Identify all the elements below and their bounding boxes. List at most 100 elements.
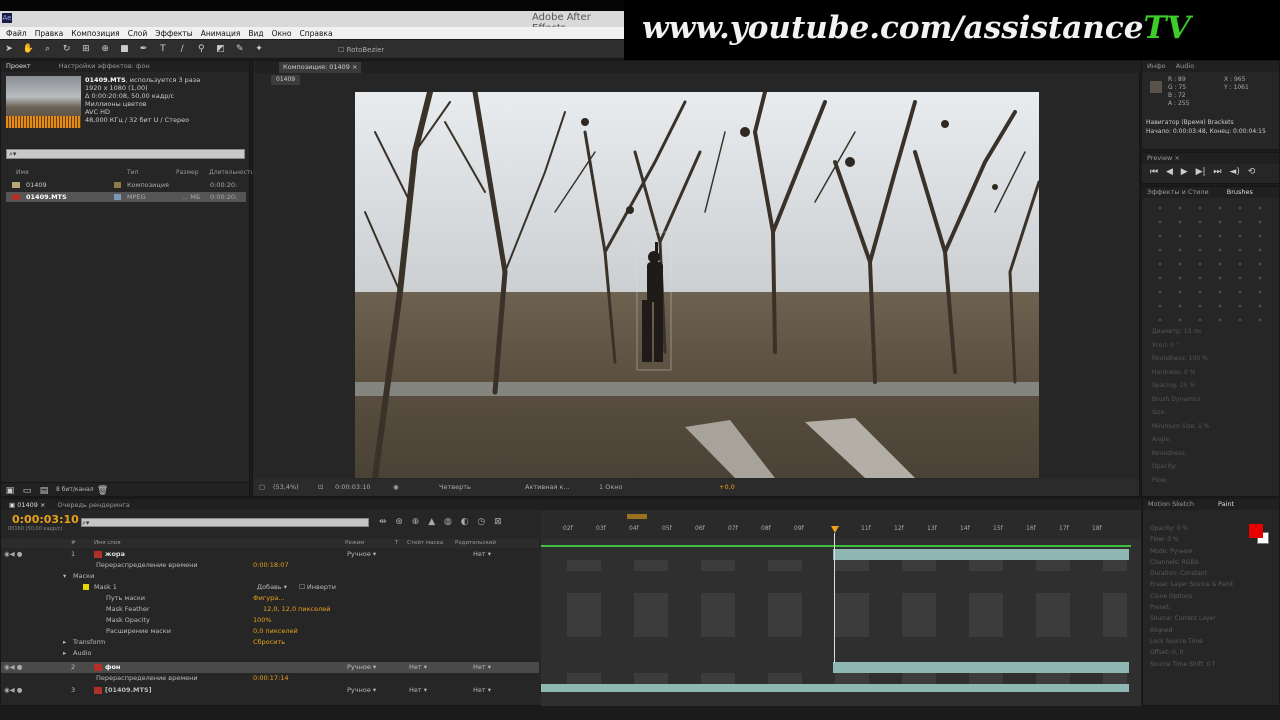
safe-zones-icon[interactable]: ▢ [259,483,265,491]
expand-icon[interactable]: ▸ [63,638,66,646]
preview-tab[interactable]: Preview × [1142,153,1279,164]
col-parent[interactable]: Родительский [455,540,496,546]
trkmat-dropdown[interactable]: Нет ▾ [409,686,427,694]
mask-opacity-row[interactable]: Mask Opacity 100% [1,615,539,626]
exposure-value[interactable]: +0,0 [719,483,735,491]
composition-viewer[interactable] [355,92,1039,478]
menu-view[interactable]: Вид [248,29,263,38]
timeline-switch-icons[interactable]: ⇹ ⊛ ⊕ ▲ ◍ ◐ ◷ ⊠ [379,517,502,527]
resolution-dropdown[interactable]: Четверть [439,483,471,491]
text-tool-icon[interactable]: T [157,43,169,55]
time-remap-row[interactable]: Перераспределение времени 0:00:18:07 [1,560,539,571]
time-ruler[interactable]: 02f 03f 04f 05f 06f 07f 08f 09f 11f 12f … [541,510,1141,539]
views-dropdown[interactable]: 1 Окно [599,483,622,491]
prop-value[interactable]: Фигура... [253,594,284,602]
mask-mode-dropdown[interactable]: Добавь ▾ [257,583,287,591]
tab-project[interactable]: Проект [6,61,31,72]
color-depth-label[interactable]: 8 бит/канал [56,486,94,493]
rotobezier-checkbox[interactable]: ☐ RotoBezier [338,46,384,54]
layer-bar-2[interactable] [833,662,1129,673]
layer-row-1[interactable]: ◉◀ ● 1 жора Ручное ▾ Нет ▾ [1,549,539,560]
mask-color-swatch[interactable] [83,584,89,590]
col-layer-name[interactable]: Имя слоя [94,540,121,546]
tab-audio[interactable]: Audio [1176,62,1194,70]
timeline-graph[interactable]: 02f 03f 04f 05f 06f 07f 08f 09f 11f 12f … [541,510,1141,706]
pan-behind-tool-icon[interactable]: ⊕ [99,43,111,55]
col-mode[interactable]: Режим [345,540,364,546]
masks-group-row[interactable]: ▾ Маски [1,571,539,582]
hand-tool-icon[interactable]: ✋ [22,43,34,55]
col-type[interactable]: Тип [127,169,139,176]
prop-value[interactable]: 100% [253,616,272,624]
selection-tool-icon[interactable]: ➤ [3,43,15,55]
mode-dropdown[interactable]: Ручное ▾ [347,663,376,671]
timeline-search-input[interactable]: ⌕▾ [81,518,369,527]
mask-expansion-row[interactable]: Расширение маски 0,0 пикселей [1,626,539,637]
timeline-current-time[interactable]: 0:00:03:10 [12,513,79,526]
prop-value[interactable]: 0:00:18:07 [253,561,289,569]
expand-icon[interactable]: ▸ [63,649,66,657]
expand-icon[interactable]: ▾ [63,572,66,580]
tab-effects-presets[interactable]: Эффекты и Стили [1147,188,1209,196]
parent-dropdown[interactable]: Нет ▾ [473,686,491,694]
menu-edit[interactable]: Правка [35,29,64,38]
mask-invert-checkbox[interactable]: ☐ Инверти [299,583,336,591]
pen-tool-icon[interactable]: ✒ [138,43,150,55]
clone-stamp-tool-icon[interactable]: ⚲ [195,43,207,55]
new-folder-icon[interactable]: ▭ [21,485,33,497]
col-num[interactable]: # [71,540,76,546]
col-trkmat[interactable]: Стейт маска [407,540,443,546]
mask-path-row[interactable]: Путь маски Фигура... [1,593,539,604]
menu-composition[interactable]: Композиция [71,29,119,38]
prop-value[interactable]: 0,0 пикселей [253,627,298,635]
reset-link[interactable]: Сбросить [253,638,285,646]
fg-color-swatch[interactable] [1249,524,1263,538]
tab-paint[interactable]: Paint [1218,500,1234,508]
work-area-marker[interactable] [627,514,647,519]
menu-animation[interactable]: Анимация [201,29,241,38]
transform-row[interactable]: ▸ Transform Сбросить [1,637,539,648]
snapshot-icon[interactable]: ◉ [393,483,399,491]
col-size[interactable]: Размер [176,169,199,176]
time-remap-row-2[interactable]: Перераспределение времени 0:00:17:14 [1,673,539,684]
menu-file[interactable]: Файл [6,29,27,38]
visibility-icon[interactable]: ◉◀ ● [4,550,22,558]
mode-dropdown[interactable]: Ручное ▾ [347,550,376,558]
tab-composition[interactable]: Композиция: 01409 × [279,62,362,73]
prop-value[interactable]: 12,0, 12,0 пикселей [263,605,331,613]
brush-tool-icon[interactable]: ∕ [176,43,188,55]
layer-name[interactable]: жора [105,550,125,558]
parent-dropdown[interactable]: Нет ▾ [473,550,491,558]
tab-info[interactable]: Инфо [1147,62,1166,70]
trash-icon[interactable]: 🗑 [97,485,109,497]
preview-controls[interactable]: ⏮ ◀ ▶ ▶| ⏭ ◄) ⟲ [1150,167,1255,177]
rotate-tool-icon[interactable]: ↻ [61,43,73,55]
mask-1-row[interactable]: Mask 1 Добавь ▾ ☐ Инверти [1,582,539,593]
tab-effect-controls[interactable]: Настройки эффектов: фон [59,61,150,72]
menu-layer[interactable]: Слой [128,29,148,38]
playhead-handle[interactable] [831,526,839,533]
audio-row[interactable]: ▸ Audio [1,648,539,659]
project-search-input[interactable]: ⌕▾ [6,149,245,159]
col-t[interactable]: T [395,540,398,546]
timecode-display[interactable]: 0:00:03:10 [335,483,371,491]
tab-brushes[interactable]: Brushes [1227,188,1253,196]
col-duration[interactable]: Длительность [209,169,254,176]
parent-dropdown[interactable]: Нет ▾ [473,663,491,671]
new-composition-icon[interactable]: ▤ [38,485,50,497]
puppet-tool-icon[interactable]: ✦ [253,43,265,55]
menu-help[interactable]: Справка [300,29,333,38]
layer-bar-1[interactable] [833,549,1129,560]
layer-row-2[interactable]: ◉◀ ● 2 фон Ручное ▾ Нет ▾ Нет ▾ [1,662,539,673]
roto-brush-tool-icon[interactable]: ✎ [234,43,246,55]
zoom-tool-icon[interactable]: ⌕ [41,43,53,55]
col-name[interactable]: Имя [16,169,29,176]
visibility-icon[interactable]: ◉◀ ● [4,663,22,671]
camera-tool-icon[interactable]: ⊞ [80,43,92,55]
comp-breadcrumb[interactable]: 01409 [271,75,301,85]
tab-timeline-comp[interactable]: ▣ 01409 × [9,501,45,509]
work-area-bar[interactable] [541,545,1131,547]
eraser-tool-icon[interactable]: ◩ [215,43,227,55]
layer-row-3[interactable]: ◉◀ ● 3 [01409.MTS] Ручное ▾ Нет ▾ Нет ▾ [1,685,539,696]
interpret-footage-icon[interactable]: ▣ [4,485,16,497]
